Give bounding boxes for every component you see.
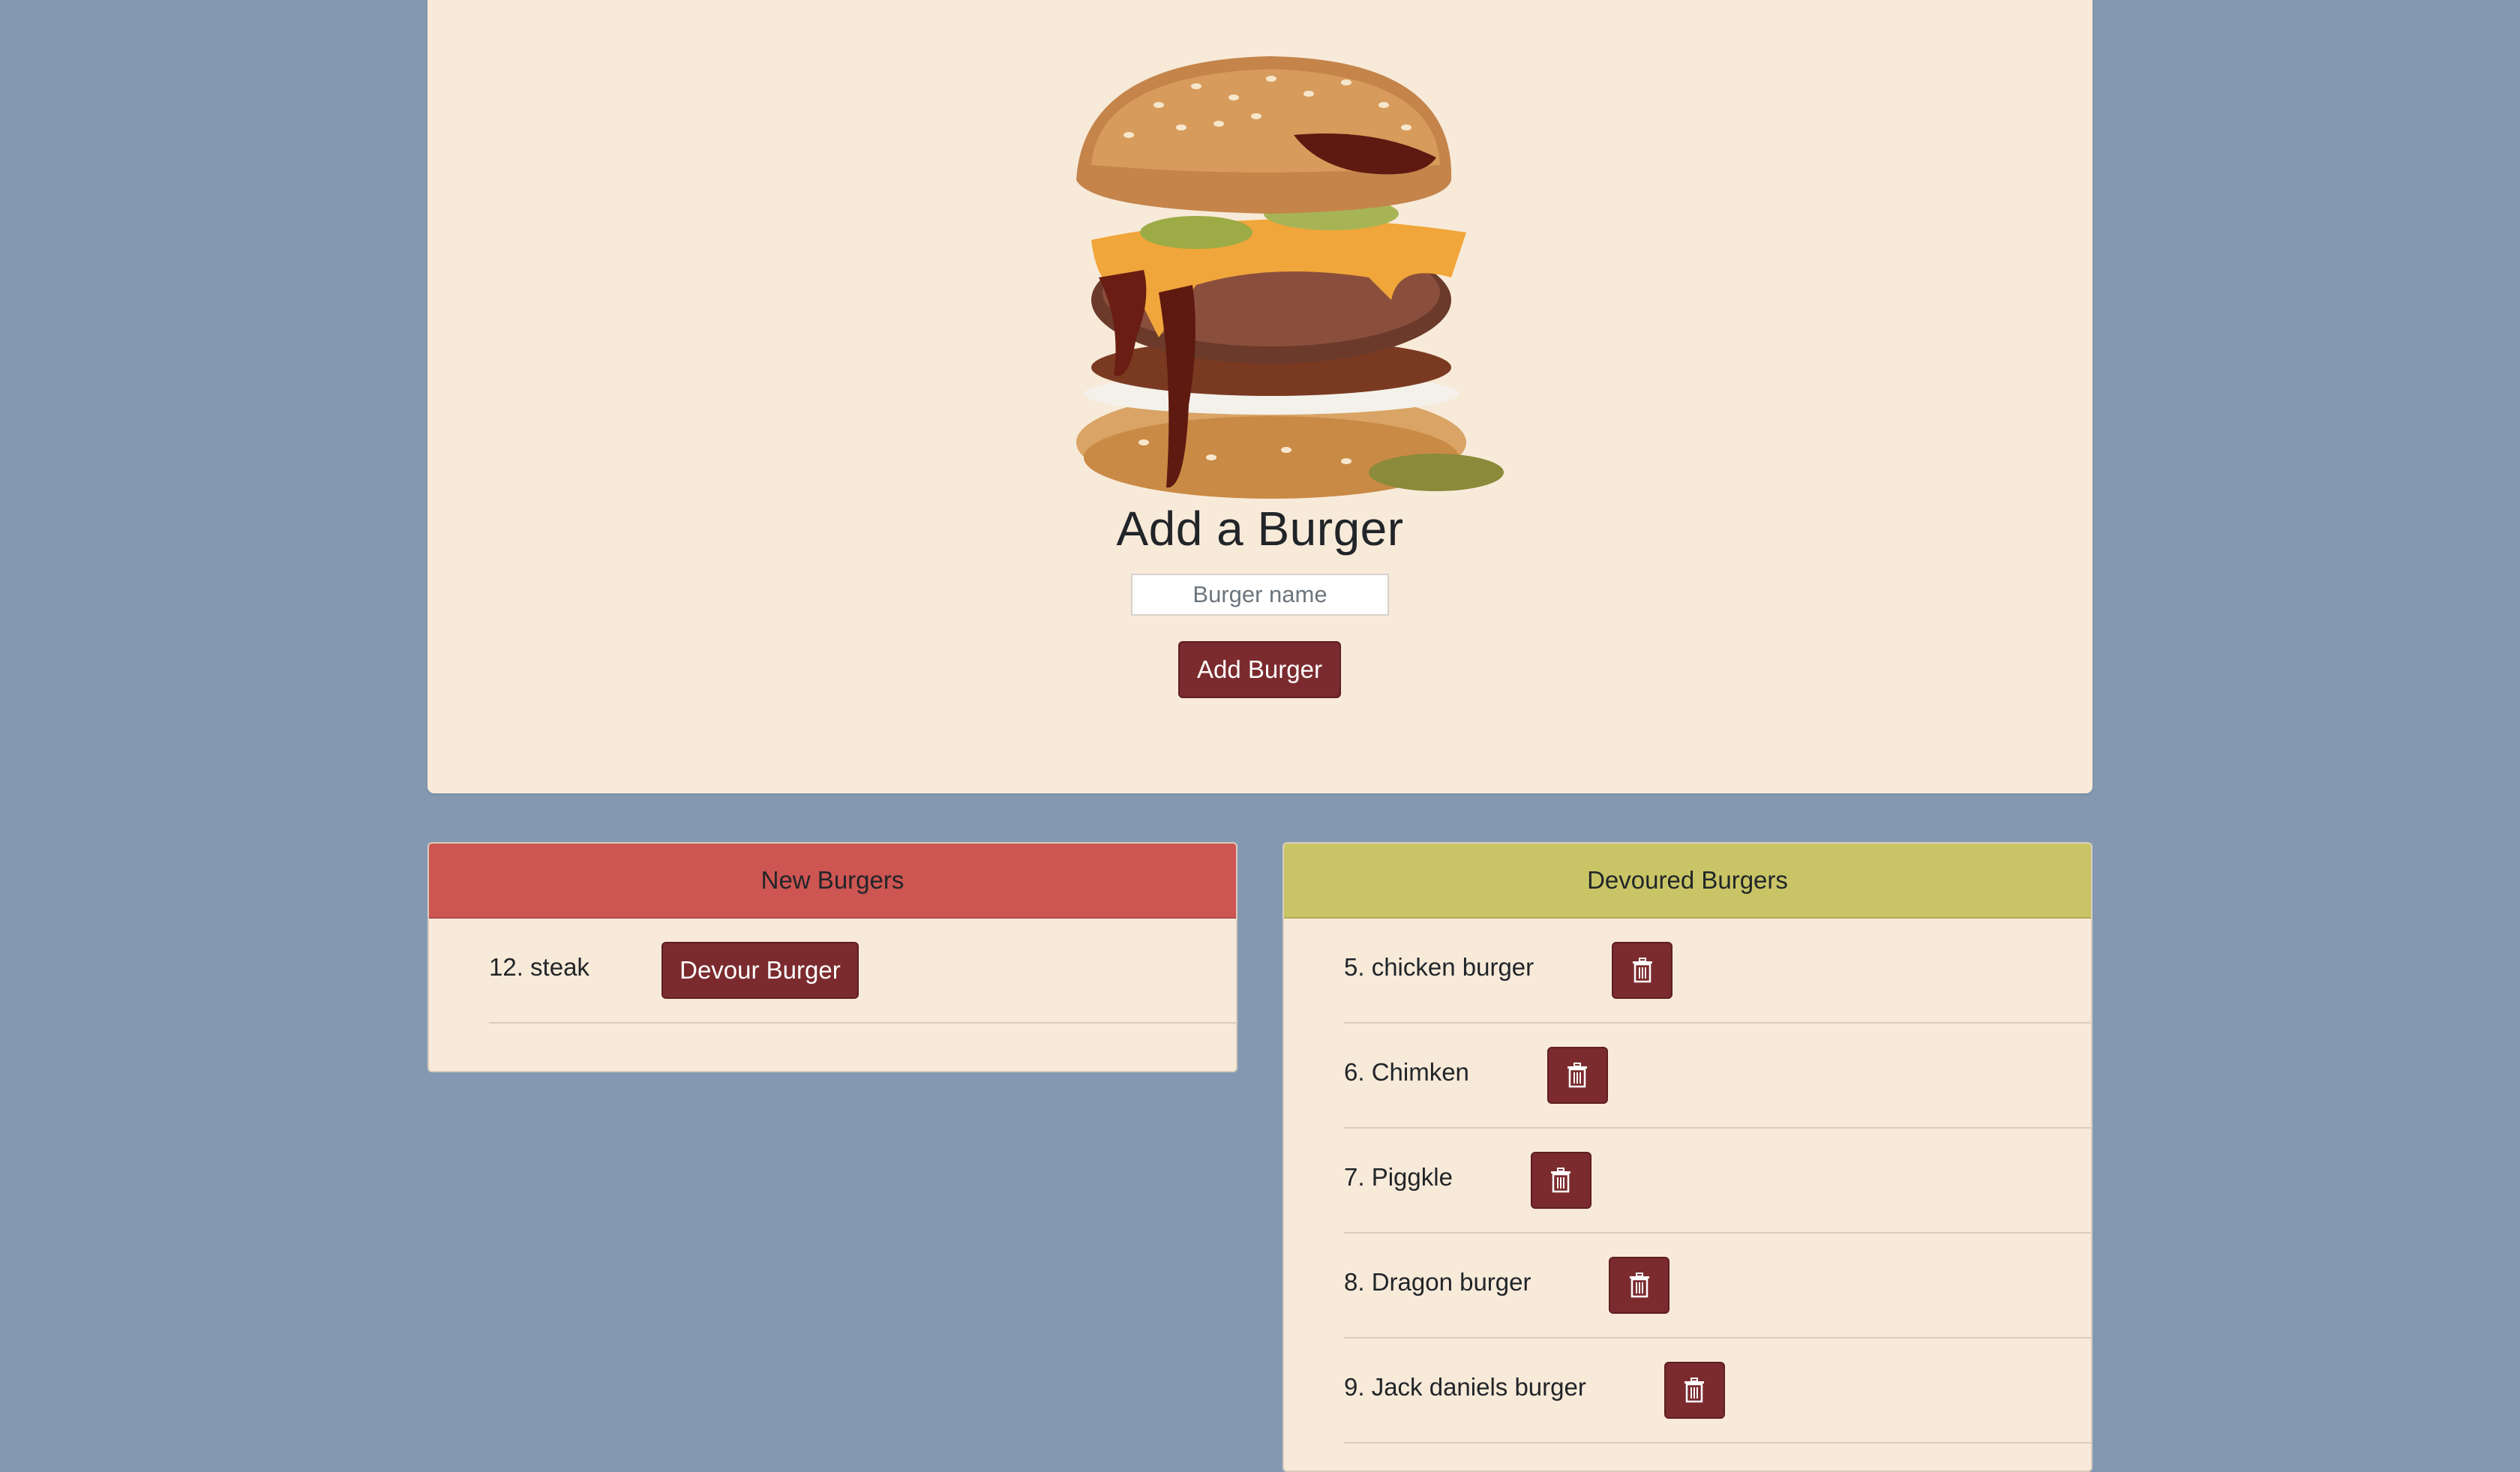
burger-label: 8. Dragon burger (1344, 1268, 1532, 1296)
devoured-burgers-header: Devoured Burgers (1284, 844, 2091, 919)
delete-burger-button[interactable] (1609, 1257, 1670, 1314)
add-burger-button[interactable]: Add Burger (1178, 641, 1341, 698)
burger-image (1076, 56, 1504, 499)
page-title: Add a Burger (1116, 502, 1404, 556)
trash-icon (1568, 1063, 1588, 1088)
burger-label: 7. Piggkle (1344, 1163, 1453, 1191)
delete-burger-button[interactable] (1664, 1362, 1725, 1419)
list-item: 8. Dragon burger (1344, 1234, 2091, 1339)
trash-icon (1629, 1273, 1649, 1298)
trash-icon (1684, 1378, 1705, 1403)
devour-burger-button[interactable]: Devour Burger (661, 942, 859, 999)
burger-label: 9. Jack daniels burger (1344, 1373, 1586, 1401)
list-item: 6. Chimken (1344, 1024, 2091, 1129)
list-item: 7. Piggkle (1344, 1129, 2091, 1234)
burger-label: 6. Chimken (1344, 1058, 1469, 1086)
list-item: 12. steak Devour Burger (489, 919, 1236, 1024)
trash-icon (1632, 958, 1652, 983)
trash-icon (1551, 1168, 1571, 1193)
devoured-burgers-card: Devoured Burgers 5. chicken burger 6. Ch… (1282, 842, 2092, 1472)
delete-burger-button[interactable] (1612, 942, 1673, 999)
new-burgers-header: New Burgers (429, 844, 1236, 919)
burger-label: 12. steak (489, 953, 590, 981)
list-item: 5. chicken burger (1344, 919, 2091, 1024)
new-burgers-card: New Burgers 12. steak Devour Burger (428, 842, 1238, 1072)
delete-burger-button[interactable] (1546, 1047, 1608, 1104)
list-item: 9. Jack daniels burger (1344, 1339, 2091, 1444)
delete-burger-button[interactable] (1530, 1152, 1592, 1209)
burger-name-input[interactable] (1131, 574, 1389, 616)
burger-label: 5. chicken burger (1344, 953, 1534, 981)
